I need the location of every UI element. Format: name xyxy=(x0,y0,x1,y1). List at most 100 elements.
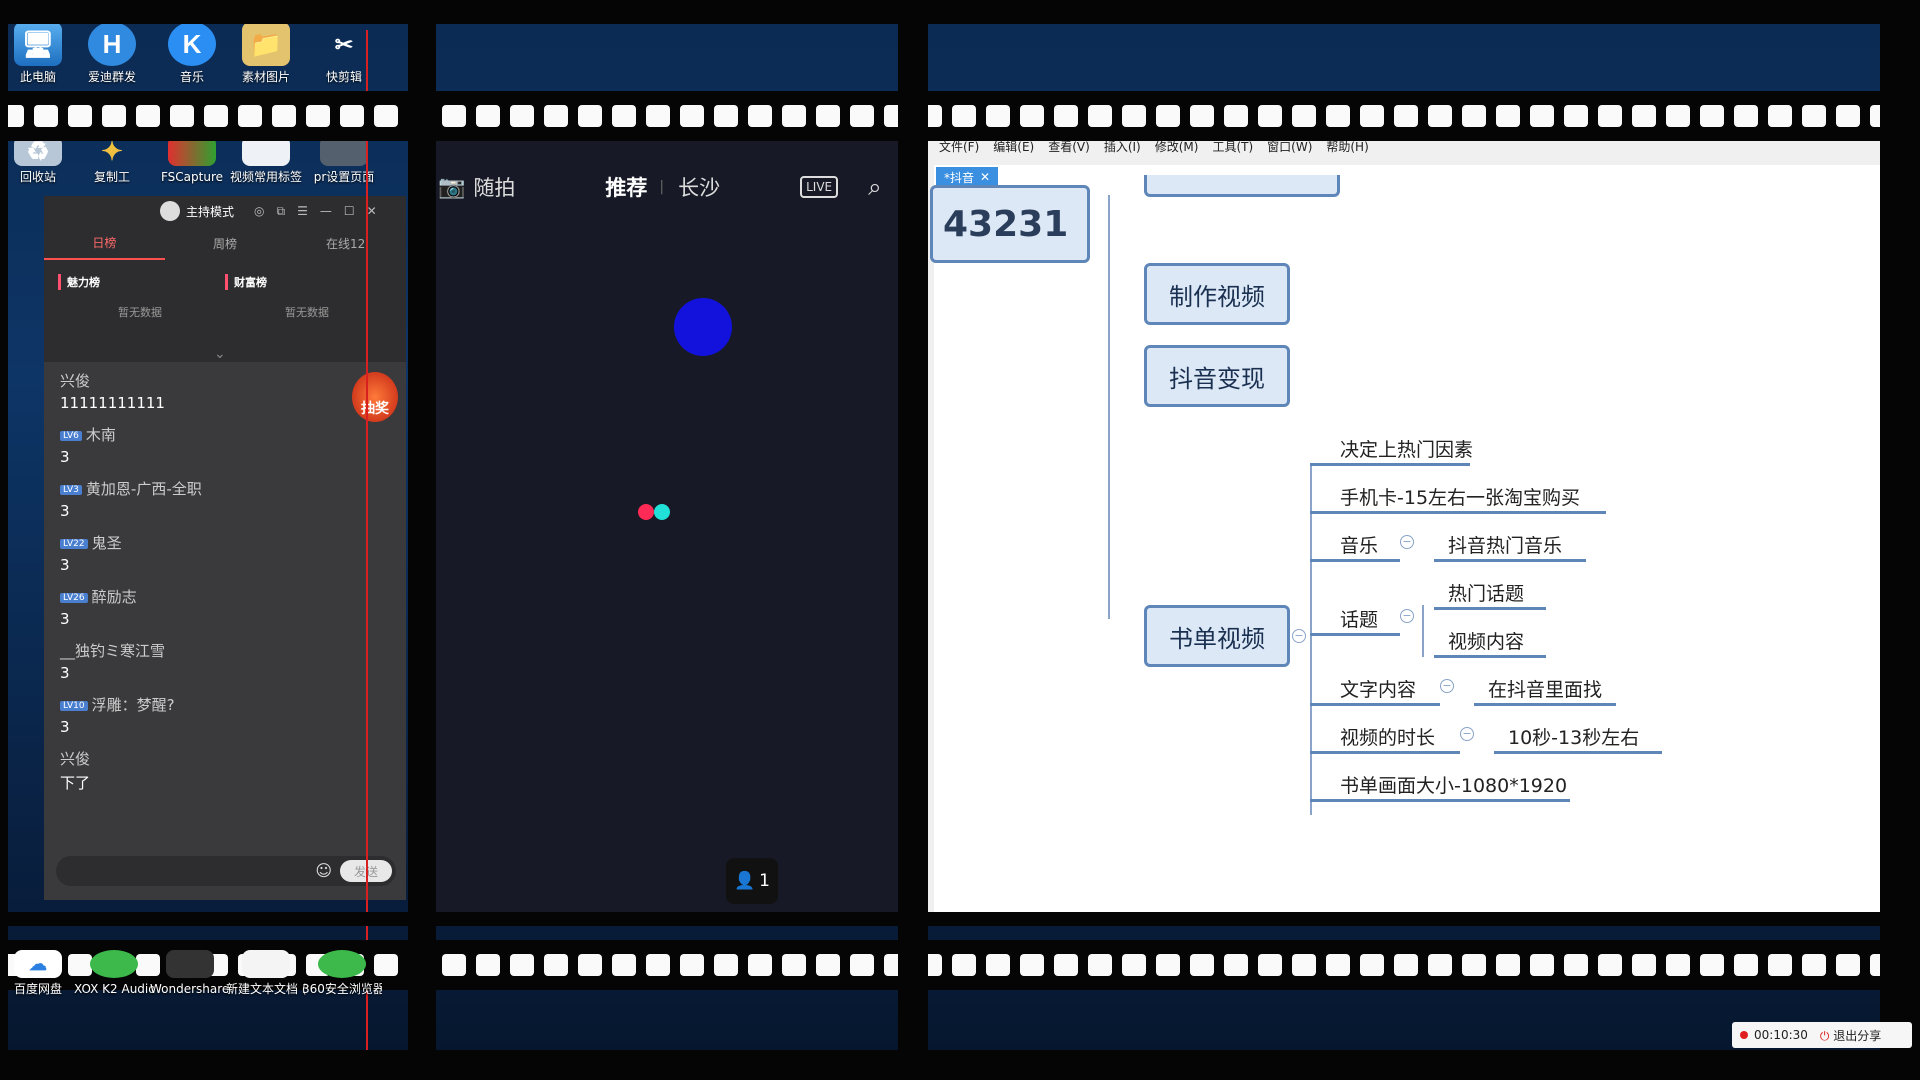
emoji-icon[interactable]: ☺ xyxy=(315,861,332,880)
film-hole xyxy=(34,105,58,127)
film-hole xyxy=(102,105,126,127)
sender-name[interactable]: __独钓ミ寒江雪 xyxy=(60,642,165,660)
film-hole xyxy=(612,105,636,127)
live-icon[interactable]: LIVE xyxy=(800,176,839,198)
leaf-phone-card[interactable]: 手机卡-15左右一张淘宝购买 xyxy=(1340,483,1580,510)
close-icon[interactable]: ✕ xyxy=(367,204,377,218)
leaf-size-line xyxy=(1310,799,1570,802)
film-hole xyxy=(646,954,670,976)
desktop-icon-copy-tool[interactable]: ✦ 复制工 xyxy=(72,136,152,185)
sender-name[interactable]: 兴俊 xyxy=(60,372,90,390)
tab-online[interactable]: 在线12 xyxy=(285,226,406,260)
loading-dot-red xyxy=(638,504,654,520)
tab-shoot[interactable]: 随拍 xyxy=(473,172,515,202)
exit-share-button[interactable]: ⏻ 退出分享 xyxy=(1820,1027,1881,1044)
desktop-icon-new-text[interactable]: 新建文本文档 (5) xyxy=(226,950,306,997)
collapse-text-icon[interactable]: − xyxy=(1440,679,1454,693)
node-make-video[interactable]: 制作视频 xyxy=(1144,263,1290,325)
film-hole xyxy=(1360,105,1384,127)
leaf-text-sub[interactable]: 在抖音里面找 xyxy=(1488,675,1602,702)
phone-screen: 📷 随拍 推荐 | 长沙 LIVE ⌕ 👤 1 xyxy=(412,130,898,920)
film-hole xyxy=(1598,954,1622,976)
film-hole xyxy=(510,105,534,127)
desktop-icon-computer[interactable]: 🖥 此电脑 xyxy=(0,22,78,85)
leaf-music-sub[interactable]: 抖音热门音乐 xyxy=(1448,531,1562,558)
node-monetize[interactable]: 抖音变现 xyxy=(1144,345,1290,407)
sender-name[interactable]: 黄加恩-广西-全职 xyxy=(86,480,202,498)
sender-name[interactable]: 醉励志 xyxy=(92,588,137,606)
popout-icon[interactable]: ⧉ xyxy=(277,204,286,219)
close-tab-icon[interactable]: ✕ xyxy=(980,170,990,184)
lottery-badge[interactable]: 抽奖 xyxy=(352,372,398,422)
collapse-topic-icon[interactable]: − xyxy=(1400,609,1414,623)
film-hole xyxy=(1564,954,1588,976)
message-text: 11111111111 xyxy=(60,394,165,412)
menu-icon[interactable]: ☰ xyxy=(297,204,308,218)
tab-recommend[interactable]: 推荐 xyxy=(605,172,647,202)
film-hole xyxy=(544,954,568,976)
collapse-music-icon[interactable]: − xyxy=(1400,535,1414,549)
sender-name[interactable]: 鬼圣 xyxy=(92,534,122,552)
tab-weekly[interactable]: 周榜 xyxy=(165,226,286,260)
tab-divider: | xyxy=(659,179,665,195)
desktop-icon-fscapture[interactable]: FSCapture xyxy=(152,136,232,185)
host-mode-title: 主持模式 xyxy=(186,204,235,219)
desktop-icon-h-app[interactable]: H 爱迪群发 xyxy=(72,22,152,85)
browser-icon xyxy=(318,950,366,978)
tab-city[interactable]: 长沙 xyxy=(678,172,720,202)
maximize-icon[interactable]: ☐ xyxy=(344,204,355,218)
film-hole xyxy=(1530,105,1554,127)
leaf-text-content[interactable]: 文字内容 xyxy=(1340,675,1416,702)
leaf-topic[interactable]: 话题 xyxy=(1340,605,1378,632)
desktop-icon-video-tags[interactable]: 视频常用标签 xyxy=(226,136,306,185)
desktop-icon-recycle[interactable]: ♻ 回收站 xyxy=(0,136,78,185)
recording-dot-icon xyxy=(1740,1031,1748,1039)
node-top-partial[interactable] xyxy=(1144,175,1340,197)
desktop-icon-360-browser[interactable]: 360安全浏览器 xyxy=(302,950,382,997)
film-hole xyxy=(1020,954,1044,976)
desktop-icon-scissors[interactable]: ✂ 快剪辑 xyxy=(304,22,384,85)
leaf-size[interactable]: 书单画面大小-1080*1920 xyxy=(1340,771,1567,798)
sender-name[interactable]: 木南 xyxy=(86,426,116,444)
desktop-icon-music[interactable]: K 音乐 xyxy=(152,22,232,85)
film-hole xyxy=(1054,105,1078,127)
camera-icon[interactable]: 📷 xyxy=(438,175,465,200)
tab-daily[interactable]: 日榜 xyxy=(44,226,165,260)
minimize-icon[interactable]: — xyxy=(320,204,332,218)
desktop-icon-filmora[interactable]: Wondershare Filmora xyxy=(150,950,230,997)
viewer-count-badge[interactable]: 👤 1 xyxy=(726,858,778,904)
film-hole xyxy=(1768,105,1792,127)
recording-time: 00:10:30 xyxy=(1754,1028,1808,1042)
film-hole xyxy=(748,105,772,127)
leaf-topic-sub2[interactable]: 视频内容 xyxy=(1448,627,1524,654)
settings-icon[interactable]: ◎ xyxy=(254,204,264,218)
desktop-icon-baidu-disk[interactable]: ☁ 百度网盘 xyxy=(0,950,78,997)
leaf-duration-sub[interactable]: 10秒-13秒左右 xyxy=(1508,723,1639,750)
search-icon[interactable]: ⌕ xyxy=(868,173,881,201)
doc-tab[interactable]: *抖音 ✕ xyxy=(936,167,999,187)
desktop-icon-folder[interactable]: 📁 素材图片 xyxy=(226,22,306,85)
leaf-hot-factor[interactable]: 决定上热门因素 xyxy=(1340,435,1473,462)
sender-name[interactable]: 浮雕：梦醒? xyxy=(92,696,175,714)
desktop-icon-audio[interactable]: XOX K2 Audio xyxy=(74,950,154,997)
film-hole xyxy=(1802,954,1826,976)
node-booklist-video[interactable]: 书单视频 xyxy=(1144,605,1290,667)
level-badge: LV22 xyxy=(60,538,88,549)
film-hole xyxy=(748,954,772,976)
sender-name[interactable]: 兴俊 xyxy=(60,750,90,768)
topic-branch-line xyxy=(1422,605,1424,657)
film-hole xyxy=(816,954,840,976)
chat-sender: LV22 鬼圣 xyxy=(60,532,368,553)
root-node-partial[interactable]: 43231 xyxy=(930,185,1090,263)
collapse-booklist-icon[interactable]: − xyxy=(1292,629,1306,643)
collapse-duration-icon[interactable]: − xyxy=(1460,727,1474,741)
collapse-chevron-icon[interactable]: ⌄ xyxy=(214,346,226,362)
computer-icon: 🖥 xyxy=(14,22,62,66)
branch-line-main xyxy=(1108,195,1110,619)
chat-input[interactable]: ☺ 发送 xyxy=(56,856,396,886)
leaf-topic-sub1[interactable]: 热门话题 xyxy=(1448,579,1524,606)
leaf-duration[interactable]: 视频的时长 xyxy=(1340,723,1435,750)
leaf-music[interactable]: 音乐 xyxy=(1340,531,1378,558)
desktop-icon-pr-settings[interactable]: pr设置页面 xyxy=(304,136,384,185)
film-hole xyxy=(986,105,1010,127)
